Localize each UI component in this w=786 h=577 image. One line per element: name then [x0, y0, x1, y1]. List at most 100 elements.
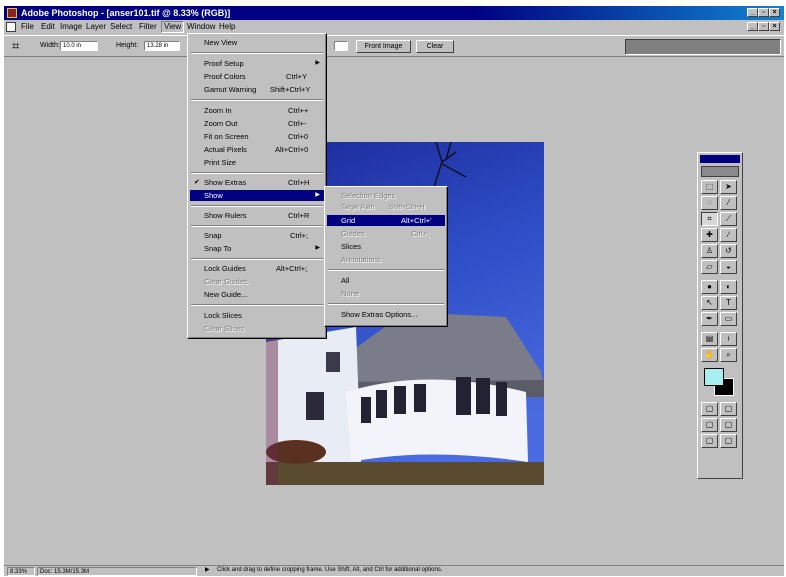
show-annotations: Annotations — [341, 255, 381, 264]
resolution-field[interactable] — [334, 41, 348, 51]
photoshop-app-icon[interactable] — [7, 8, 17, 18]
menu-filter[interactable]: Filter — [137, 21, 159, 33]
type-icon[interactable]: T — [720, 296, 737, 310]
status-bar: 8.33% Doc: 15.3M/15.3M ▶ Click and drag … — [4, 565, 784, 576]
palette-well[interactable] — [625, 39, 781, 55]
zoom-level[interactable]: 8.33% — [7, 567, 35, 576]
width-field[interactable]: 10.0 in — [60, 41, 98, 51]
show-submenu: Selection Edges Target Path Shift+Ctrl+H … — [324, 186, 448, 327]
height-label: Height: — [116, 42, 139, 49]
crop-tool-icon[interactable]: ⌗ — [12, 39, 19, 53]
pen-icon[interactable]: ✒ — [701, 312, 718, 326]
view-menu: New View Proof Setup ▶ Proof Colors Ctrl+Y… — [187, 33, 327, 339]
view-menu-fit-on-screen[interactable]: Fit on Screen Ctrl+0 — [190, 131, 324, 142]
status-arrow-icon[interactable]: ▶ — [205, 566, 210, 575]
eyedropper-icon[interactable]: ⟊ — [720, 332, 737, 346]
submenu-arrow-icon: ▶ — [315, 192, 320, 198]
view-menu-snap-to[interactable]: Snap To ▶ — [190, 243, 324, 254]
notes-icon[interactable]: ▤ — [701, 332, 718, 346]
dodge-icon[interactable]: ◐ — [720, 280, 737, 294]
title-bar[interactable]: Adobe Photoshop - [anser101.tif @ 8.33% … — [4, 6, 784, 20]
menu-help[interactable]: Help — [217, 21, 237, 33]
view-menu-show-rulers[interactable]: Show Rulers Ctrl+R — [190, 210, 324, 221]
foreground-color-swatch[interactable] — [704, 368, 724, 386]
checkmark-icon: ✔ — [194, 179, 200, 186]
document-icon[interactable] — [6, 22, 16, 32]
front-image-button[interactable]: Front Image — [356, 40, 411, 53]
menu-bar: File Edit Image Layer Select Filter View… — [4, 21, 784, 33]
view-menu-zoom-in[interactable]: Zoom In Ctrl++ — [190, 105, 324, 116]
doc-close-button[interactable]: × — [769, 22, 780, 31]
view-menu-clear-guides: Clear Guides — [204, 277, 248, 286]
show-extras-options[interactable]: Show Extras Options... — [327, 309, 445, 320]
view-menu-new-guide[interactable]: New Guide... — [190, 289, 324, 300]
standard-mode-icon[interactable]: ▢ — [701, 402, 718, 416]
view-menu-show[interactable]: Show ▶ — [190, 190, 324, 201]
show-none: None — [341, 289, 359, 298]
clone-stamp-icon[interactable]: ♙ — [701, 244, 718, 258]
healing-brush-icon[interactable]: ✚ — [701, 228, 718, 242]
clear-button[interactable]: Clear — [416, 40, 454, 53]
blur-icon[interactable]: ● — [701, 280, 718, 294]
adobe-online-icon[interactable] — [701, 166, 739, 177]
magic-wand-icon[interactable]: ⁄ — [720, 196, 737, 210]
full-screen-menu-icon[interactable]: ▢ — [720, 418, 737, 432]
view-menu-gamut-warning[interactable]: Gamut Warning Shift+Ctrl+Y — [190, 84, 324, 95]
show-target-path: Target Path Shift+Ctrl+H — [341, 204, 425, 211]
view-menu-show-extras[interactable]: ✔ Show Extras Ctrl+H — [190, 177, 324, 188]
menu-image[interactable]: Image — [58, 21, 84, 33]
window-title: Adobe Photoshop - [anser101.tif @ 8.33% … — [21, 8, 231, 18]
standard-screen-icon[interactable]: ▢ — [701, 418, 718, 432]
hand-icon[interactable]: ✋ — [701, 348, 718, 362]
menu-select[interactable]: Select — [108, 21, 134, 33]
crop-icon[interactable]: ⌗ — [701, 212, 718, 226]
paint-bucket-icon[interactable]: ◒ — [720, 260, 737, 274]
status-hint: Click and drag to define cropping frame.… — [217, 567, 443, 573]
menu-edit[interactable]: Edit — [39, 21, 57, 33]
view-menu-new-view[interactable]: New View — [190, 37, 324, 48]
menu-view[interactable]: View — [161, 21, 185, 33]
view-menu-snap[interactable]: Snap Ctrl+; — [190, 230, 324, 241]
lasso-icon[interactable]: ◌ — [701, 196, 718, 210]
view-menu-proof-colors[interactable]: Proof Colors Ctrl+Y — [190, 71, 324, 82]
eraser-icon[interactable]: ▱ — [701, 260, 718, 274]
minimize-button[interactable]: _ — [747, 8, 758, 17]
move-icon[interactable]: ➤ — [720, 180, 737, 194]
marquee-icon[interactable]: ⬚ — [701, 180, 718, 194]
view-menu-actual-pixels[interactable]: Actual Pixels Alt+Ctrl+0 — [190, 144, 324, 155]
quick-mask-icon[interactable]: ▢ — [720, 402, 737, 416]
brush-icon[interactable]: ∕ — [720, 228, 737, 242]
photoshop-window: Adobe Photoshop - [anser101.tif @ 8.33% … — [4, 6, 784, 576]
menu-window[interactable]: Window — [185, 21, 217, 33]
height-field[interactable]: 13.28 in — [144, 41, 180, 51]
slice-icon[interactable]: ⟋ — [720, 212, 737, 226]
show-guides: Guides Ctrl+; — [341, 229, 430, 238]
show-slices[interactable]: Slices — [327, 241, 445, 252]
view-menu-clear-slices: Clear Slices — [204, 324, 245, 333]
view-menu-print-size[interactable]: Print Size — [190, 157, 324, 168]
full-screen-icon[interactable]: ▢ — [701, 434, 718, 448]
options-bar: ⌗ Width: 10.0 in Height: 13.28 in Front … — [4, 35, 784, 57]
document-size[interactable]: Doc: 15.3M/15.3M — [37, 567, 197, 576]
doc-minimize-button[interactable]: _ — [747, 22, 758, 31]
toolbox-title-bar[interactable] — [700, 155, 740, 163]
view-menu-proof-setup[interactable]: Proof Setup ▶ — [190, 58, 324, 69]
show-selection-edges: Selection Edges — [341, 191, 396, 200]
menu-file[interactable]: File — [19, 21, 36, 33]
show-grid[interactable]: Grid Alt+Ctrl+' — [327, 215, 445, 226]
history-brush-icon[interactable]: ↺ — [720, 244, 737, 258]
toolbox-palette: ⬚ ➤ ◌ ⁄ ⌗ ⟋ ✚ ∕ ♙ ↺ ▱ ◒ ● ◐ ↖ T ✒ ▭ ▤ ⟊ ✋ ⌕ ▢ ▢ ▢ ▢ ▢ ▢ — [697, 152, 743, 479]
doc-restore-button[interactable]: ▫ — [758, 22, 769, 31]
shape-icon[interactable]: ▭ — [720, 312, 737, 326]
menu-layer[interactable]: Layer — [84, 21, 108, 33]
show-all[interactable]: All — [327, 275, 445, 286]
zoom-icon[interactable]: ⌕ — [720, 348, 737, 362]
view-menu-lock-guides[interactable]: Lock Guides Alt+Ctrl+; — [190, 263, 324, 274]
jump-to-imageready-icon[interactable]: ▢ — [720, 434, 737, 448]
view-menu-zoom-out[interactable]: Zoom Out Ctrl+- — [190, 118, 324, 129]
width-label: Width: — [40, 42, 60, 49]
close-button[interactable]: × — [769, 8, 780, 17]
view-menu-lock-slices[interactable]: Lock Slices — [190, 310, 324, 321]
path-select-icon[interactable]: ↖ — [701, 296, 718, 310]
maximize-button[interactable]: ▫ — [758, 8, 769, 17]
